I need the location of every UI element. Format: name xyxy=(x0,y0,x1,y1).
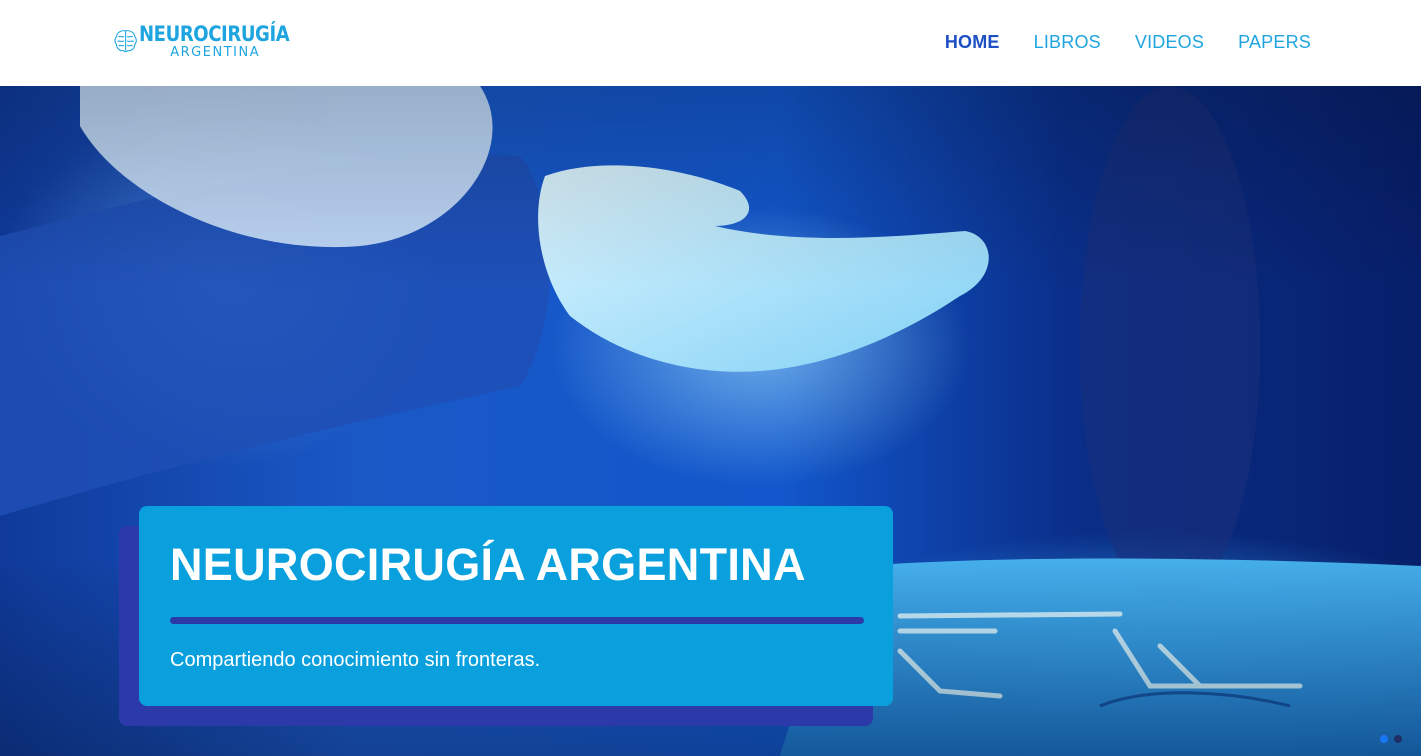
site-logo[interactable]: NEUROCIRUGÍA ARGENTINA xyxy=(114,15,314,67)
nav-item-libros[interactable]: LIBROS xyxy=(1034,31,1101,53)
hero-divider xyxy=(170,617,864,624)
site-header: NEUROCIRUGÍA ARGENTINA HOME LIBROS VIDEO… xyxy=(0,0,1421,86)
logo-title: NEUROCIRUGÍA xyxy=(139,21,290,46)
nav-item-home[interactable]: HOME xyxy=(945,31,1000,53)
slider-dot-1[interactable] xyxy=(1380,735,1388,743)
nav-item-videos[interactable]: VIDEOS xyxy=(1135,31,1204,53)
slider-dots xyxy=(1380,735,1402,743)
brain-icon xyxy=(114,30,137,53)
slider-dot-2[interactable] xyxy=(1394,735,1402,743)
nav-item-papers[interactable]: PAPERS xyxy=(1238,31,1311,53)
hero-card: NEUROCIRUGÍA ARGENTINA Compartiendo cono… xyxy=(139,506,893,706)
hero-subtitle: Compartiendo conocimiento sin fronteras. xyxy=(170,649,541,671)
logo-subtitle: ARGENTINA xyxy=(170,44,261,60)
main-nav: HOME LIBROS VIDEOS PAPERS xyxy=(911,31,1311,53)
hero-title: NEUROCIRUGÍA ARGENTINA xyxy=(170,539,806,590)
